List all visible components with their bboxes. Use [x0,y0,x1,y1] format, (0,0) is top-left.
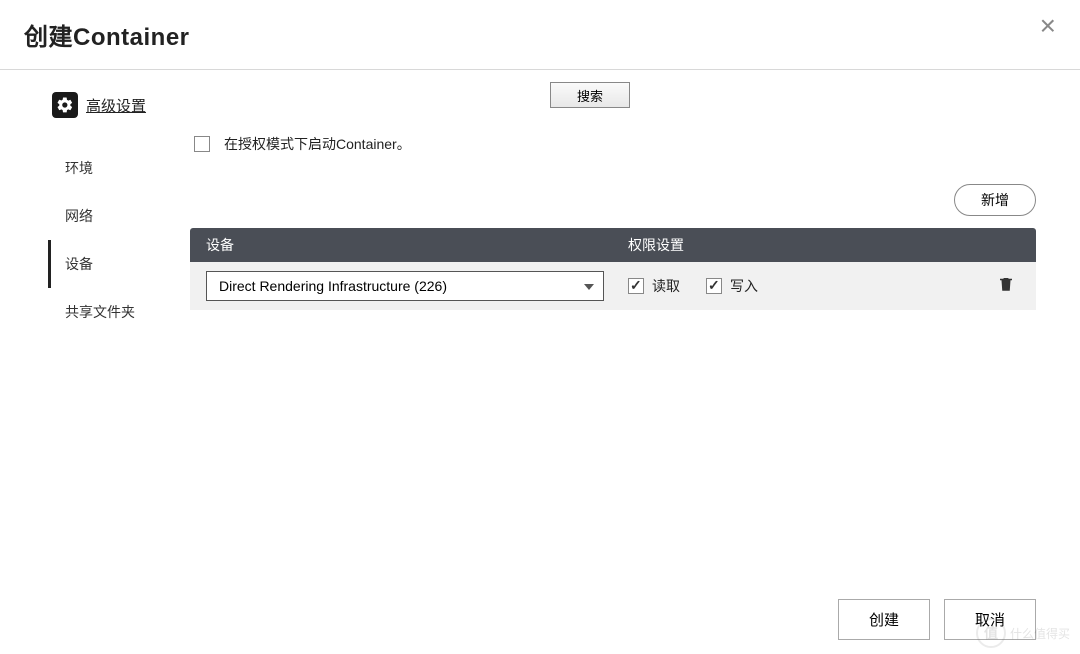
write-checkbox[interactable] [706,278,722,294]
dialog-titlebar: 创建Container × [0,0,1080,70]
gear-icon [52,92,78,118]
privileged-checkbox[interactable] [194,136,210,152]
trash-icon[interactable] [997,275,1015,298]
cancel-button[interactable]: 取消 [944,599,1036,640]
advanced-settings-link[interactable]: 高级设置 [86,95,146,116]
sidebar-item-network[interactable]: 网络 [48,192,190,240]
write-label: 写入 [730,276,758,296]
read-label: 读取 [652,276,680,296]
search-button[interactable]: 搜索 [550,82,630,108]
dialog-footer: 创建 取消 [0,584,1080,654]
create-button[interactable]: 创建 [838,599,930,640]
th-device: 设备 [190,235,620,255]
device-table: 设备 权限设置 Direct Rendering Infrastructure … [190,228,1036,310]
read-checkbox[interactable] [628,278,644,294]
sidebar-item-env[interactable]: 环境 [48,144,190,192]
advanced-settings-header: 高级设置 [52,92,190,118]
close-icon[interactable]: × [1040,12,1056,40]
sidebar-item-shared[interactable]: 共享文件夹 [48,288,190,336]
privileged-label: 在授权模式下启动Container。 [224,134,411,154]
sidebar-item-device[interactable]: 设备 [48,240,190,288]
sidebar-nav: 环境 网络 设备 共享文件夹 [48,144,190,336]
device-select[interactable]: Direct Rendering Infrastructure (226) [206,271,604,301]
th-perm: 权限设置 [620,235,1036,255]
dialog-title: 创建Container [24,17,190,52]
table-row: Direct Rendering Infrastructure (226) 读取… [190,262,1036,310]
add-button[interactable]: 新增 [954,184,1036,216]
